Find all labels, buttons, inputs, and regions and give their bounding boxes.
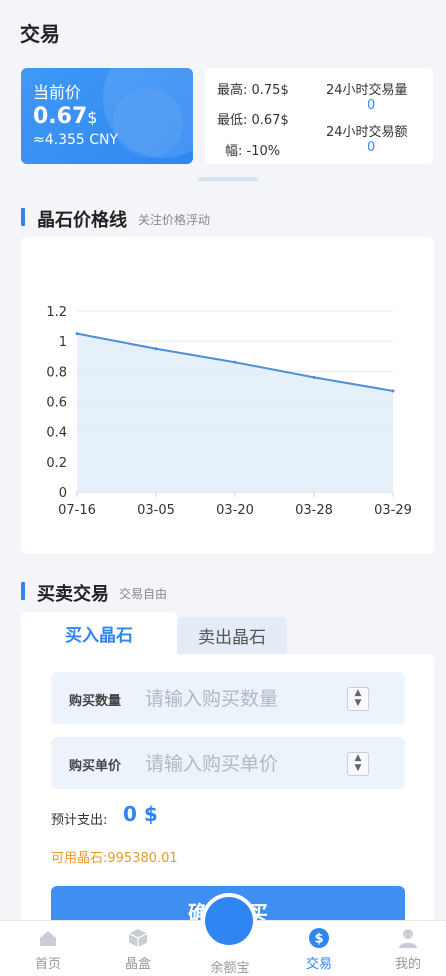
y-tick-label: 0.4 — [46, 426, 67, 441]
home-icon — [40, 931, 56, 946]
trade-section-subtitle: 交易自由 — [119, 587, 168, 601]
tab-trade-label: 交易 — [305, 957, 332, 972]
price-chart-card: 0 0.2 0.4 0.6 0.8 1 1.2 07-16 03-05 03-20 03-28 03-… — [21, 237, 434, 554]
stat-amount-label: 24小时交易额 — [326, 125, 408, 140]
quantity-label: 购买数量 — [69, 694, 122, 709]
tab-box[interactable]: 晶盒 — [103, 927, 173, 972]
quantity-stepper[interactable]: ▲ ▼ — [347, 687, 369, 711]
tab-mine[interactable]: 我的 — [373, 927, 443, 972]
tab-balance-label: 余额宝 — [210, 961, 250, 976]
stat-high: 最高: 0.75$ — [217, 83, 289, 98]
trade-section-title: 买卖交易 — [37, 584, 109, 605]
price-unit: $ — [87, 108, 98, 127]
carousel-indicator — [198, 177, 258, 181]
svg-text:$: $ — [314, 932, 323, 947]
x-tick-label: 03-28 — [295, 503, 333, 518]
data-point — [233, 360, 237, 364]
price-number: 0.67 — [33, 104, 88, 129]
dollar-icon: $ — [309, 928, 329, 948]
stat-low: 最低: 0.67$ — [217, 113, 289, 128]
unit-price-input[interactable] — [143, 745, 347, 783]
data-point — [391, 389, 395, 393]
stats-card: 最高: 0.75$ 最低: 0.67$ 幅: -10% 24小时交易量 0 24… — [205, 68, 433, 164]
unit-price-label: 购买单价 — [69, 759, 122, 774]
quantity-input[interactable] — [143, 680, 347, 718]
series-area — [77, 333, 393, 492]
tab-trade[interactable]: $ 交易 — [284, 927, 354, 972]
top-bar: 交易 — [0, 0, 446, 58]
current-price-value: 0.67$ — [33, 104, 97, 129]
data-point — [312, 375, 316, 379]
quantity-field: 购买数量 ▲▼ — [51, 672, 405, 724]
price-chart: 0 0.2 0.4 0.6 0.8 1 1.2 07-16 03-05 03-20 03-28 03-… — [46, 305, 412, 518]
tab-buy[interactable]: 买入晶石 — [21, 612, 177, 654]
unit-price-field: 购买单价 ▲▼ — [51, 737, 405, 789]
current-price-card: 当前价 0.67$ ≈4.355 CNY — [21, 68, 193, 164]
page-title: 交易 — [20, 22, 60, 46]
x-tick-label: 07-16 — [58, 503, 96, 518]
unit-price-stepper[interactable]: ▲ ▼ — [347, 752, 369, 776]
stat-volume-value: 0 — [367, 98, 376, 113]
y-tick-label: 0.6 — [46, 396, 67, 411]
tab-home[interactable]: 首页 — [13, 927, 83, 972]
y-tick-label: 1 — [59, 335, 67, 350]
x-tick-label: 03-20 — [216, 503, 254, 518]
x-tick-label: 03-05 — [137, 503, 175, 518]
stat-volume-label: 24小时交易量 — [326, 83, 408, 98]
chart-section-title: 晶石价格线 — [37, 210, 127, 231]
balance-center-button[interactable] — [201, 893, 257, 949]
x-tick-label: 03-29 — [374, 503, 412, 518]
data-point — [154, 347, 158, 351]
tab-mine-label: 我的 — [394, 957, 421, 972]
user-icon — [399, 929, 417, 948]
chart-section-subtitle: 关注价格浮动 — [138, 213, 211, 227]
section-accent-bar — [21, 582, 25, 600]
decor-circle — [113, 88, 183, 158]
tab-sell[interactable]: 卖出晶石 — [177, 617, 287, 654]
price-cny: ≈4.355 CNY — [33, 132, 119, 148]
y-tick-label: 1.2 — [46, 305, 67, 320]
y-tick-label: 0 — [59, 486, 67, 501]
y-tick-label: 0.8 — [46, 365, 67, 380]
tab-home-label: 首页 — [34, 957, 61, 972]
tab-box-label: 晶盒 — [124, 957, 151, 972]
available-balance: 可用晶石:995380.01 — [51, 851, 178, 866]
stat-change: 幅: -10% — [225, 144, 281, 159]
current-price-label: 当前价 — [33, 83, 82, 102]
wallet-icon — [205, 897, 253, 945]
expected-cost-value: 0 $ — [123, 802, 158, 826]
stat-amount-value: 0 — [367, 140, 376, 155]
section-accent-bar — [21, 208, 25, 226]
y-tick-label: 0.2 — [46, 456, 67, 471]
data-point — [75, 332, 79, 336]
expected-cost-label: 预计支出: — [51, 813, 108, 828]
box-icon — [128, 929, 148, 947]
